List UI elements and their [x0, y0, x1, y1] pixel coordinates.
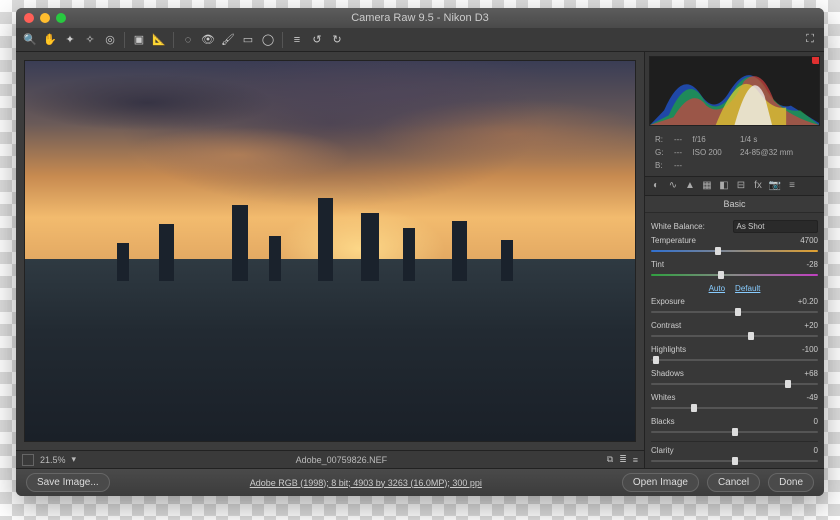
highlights-value[interactable]: -100 — [802, 345, 818, 354]
temperature-slider[interactable] — [651, 246, 818, 256]
shadows-slider[interactable] — [651, 379, 818, 389]
crop-tool-icon[interactable]: ▣ — [131, 32, 147, 48]
tab-curve-icon[interactable]: ∿ — [666, 179, 680, 193]
adjustments-panel: R:---f/161/4 s G:---ISO 20024-85@32 mm B… — [644, 52, 824, 468]
auto-link[interactable]: Auto — [709, 284, 725, 293]
spot-removal-icon[interactable]: ◌ — [180, 32, 196, 48]
cancel-button[interactable]: Cancel — [707, 473, 760, 492]
shadows-value[interactable]: +68 — [804, 369, 818, 378]
exposure-label: Exposure — [651, 297, 685, 306]
camera-raw-window: Camera Raw 9.5 - Nikon D3 🔍 ✋ ✦ ✧ ◎ ▣ 📐 … — [16, 8, 824, 496]
white-balance-label: White Balance: — [651, 222, 729, 231]
workflow-options-link[interactable]: Adobe RGB (1998); 8 bit; 4903 by 3263 (1… — [118, 478, 614, 488]
default-link[interactable]: Default — [735, 284, 760, 293]
panel-tabs: ◐ ∿ ▲ ▦ ◧ ⊟ fx 📷 ≡ — [645, 176, 824, 196]
zoom-icon[interactable] — [56, 13, 66, 23]
preview-pane: 21.5% ▾ Adobe_00759826.NEF ⧉ ≣ ≡ — [16, 52, 644, 468]
exposure-value[interactable]: +0.20 — [798, 297, 818, 306]
tab-split-icon[interactable]: ◧ — [717, 179, 731, 193]
shadows-label: Shadows — [651, 369, 684, 378]
clarity-slider[interactable] — [651, 456, 818, 466]
whites-value[interactable]: -49 — [806, 393, 818, 402]
blacks-slider[interactable] — [651, 427, 818, 437]
white-balance-tool-icon[interactable]: ✦ — [62, 32, 78, 48]
exif-readout: R:---f/161/4 s G:---ISO 20024-85@32 mm B… — [645, 130, 824, 176]
contrast-slider[interactable] — [651, 331, 818, 341]
divider — [124, 32, 125, 48]
rotate-cw-icon[interactable]: ↻ — [329, 32, 345, 48]
blacks-label: Blacks — [651, 417, 675, 426]
highlights-label: Highlights — [651, 345, 686, 354]
tab-lens-icon[interactable]: ⊟ — [734, 179, 748, 193]
save-image-button[interactable]: Save Image... — [26, 473, 110, 492]
hand-tool-icon[interactable]: ✋ — [42, 32, 58, 48]
tab-detail-icon[interactable]: ▲ — [683, 179, 697, 193]
filename: Adobe_00759826.NEF — [82, 455, 601, 465]
highlights-slider[interactable] — [651, 355, 818, 365]
tint-row: Tint -28 — [651, 260, 818, 280]
footer: Save Image... Adobe RGB (1998); 8 bit; 4… — [16, 468, 824, 496]
temperature-label: Temperature — [651, 236, 696, 245]
toolbar: 🔍 ✋ ✦ ✧ ◎ ▣ 📐 ◌ 👁 🖌 ▭ ◯ ≡ ↺ ↻ ⛶ — [16, 28, 824, 52]
menu-icon[interactable]: ≡ — [633, 455, 638, 465]
straighten-tool-icon[interactable]: 📐 — [151, 32, 167, 48]
tint-value[interactable]: -28 — [806, 260, 818, 269]
rating-icon[interactable]: ≣ — [619, 454, 627, 465]
redeye-tool-icon[interactable]: 👁 — [200, 32, 216, 48]
tab-fx-icon[interactable]: fx — [751, 179, 765, 193]
exposure-slider[interactable] — [651, 307, 818, 317]
color-sampler-icon[interactable]: ✧ — [82, 32, 98, 48]
preferences-icon[interactable]: ≡ — [289, 32, 305, 48]
temperature-row: Temperature 4700 — [651, 236, 818, 256]
zoom-level[interactable]: 21.5% — [40, 455, 66, 465]
targeted-adjust-icon[interactable]: ◎ — [102, 32, 118, 48]
histogram[interactable] — [649, 56, 820, 126]
adjustment-brush-icon[interactable]: 🖌 — [220, 32, 236, 48]
tab-presets-icon[interactable]: ≡ — [785, 179, 799, 193]
contrast-value[interactable]: +20 — [804, 321, 818, 330]
done-button[interactable]: Done — [768, 473, 814, 492]
image-preview[interactable] — [24, 60, 636, 442]
filter-icon[interactable]: ⧉ — [607, 454, 613, 465]
whites-label: Whites — [651, 393, 675, 402]
fullscreen-toggle-icon[interactable]: ⛶ — [802, 32, 818, 48]
tint-slider[interactable] — [651, 270, 818, 280]
graduated-filter-icon[interactable]: ▭ — [240, 32, 256, 48]
divider — [282, 32, 283, 48]
highlight-clip-warning-icon[interactable] — [812, 56, 820, 64]
basic-panel: White Balance: As Shot Temperature 4700 T… — [645, 213, 824, 468]
tab-hsl-icon[interactable]: ▦ — [700, 179, 714, 193]
close-icon[interactable] — [24, 13, 34, 23]
tab-basic-icon[interactable]: ◐ — [649, 179, 663, 193]
open-image-button[interactable]: Open Image — [622, 473, 699, 492]
view-mode-icon[interactable] — [22, 454, 34, 466]
clarity-label: Clarity — [651, 446, 674, 455]
contrast-label: Contrast — [651, 321, 681, 330]
minimize-icon[interactable] — [40, 13, 50, 23]
preview-statusbar: 21.5% ▾ Adobe_00759826.NEF ⧉ ≣ ≡ — [16, 450, 644, 468]
panel-title: Basic — [645, 196, 824, 213]
zoom-tool-icon[interactable]: 🔍 — [22, 32, 38, 48]
temperature-value[interactable]: 4700 — [800, 236, 818, 245]
tab-camera-icon[interactable]: 📷 — [768, 179, 782, 193]
zoom-dropdown-icon[interactable]: ▾ — [72, 454, 77, 465]
titlebar: Camera Raw 9.5 - Nikon D3 — [16, 8, 824, 28]
whites-slider[interactable] — [651, 403, 818, 413]
blacks-value[interactable]: 0 — [814, 417, 818, 426]
divider — [173, 32, 174, 48]
window-controls — [24, 13, 66, 23]
window-title: Camera Raw 9.5 - Nikon D3 — [16, 12, 824, 24]
rotate-ccw-icon[interactable]: ↺ — [309, 32, 325, 48]
white-balance-select[interactable]: As Shot — [733, 220, 819, 233]
radial-filter-icon[interactable]: ◯ — [260, 32, 276, 48]
clarity-value[interactable]: 0 — [814, 446, 818, 455]
tint-label: Tint — [651, 260, 664, 269]
